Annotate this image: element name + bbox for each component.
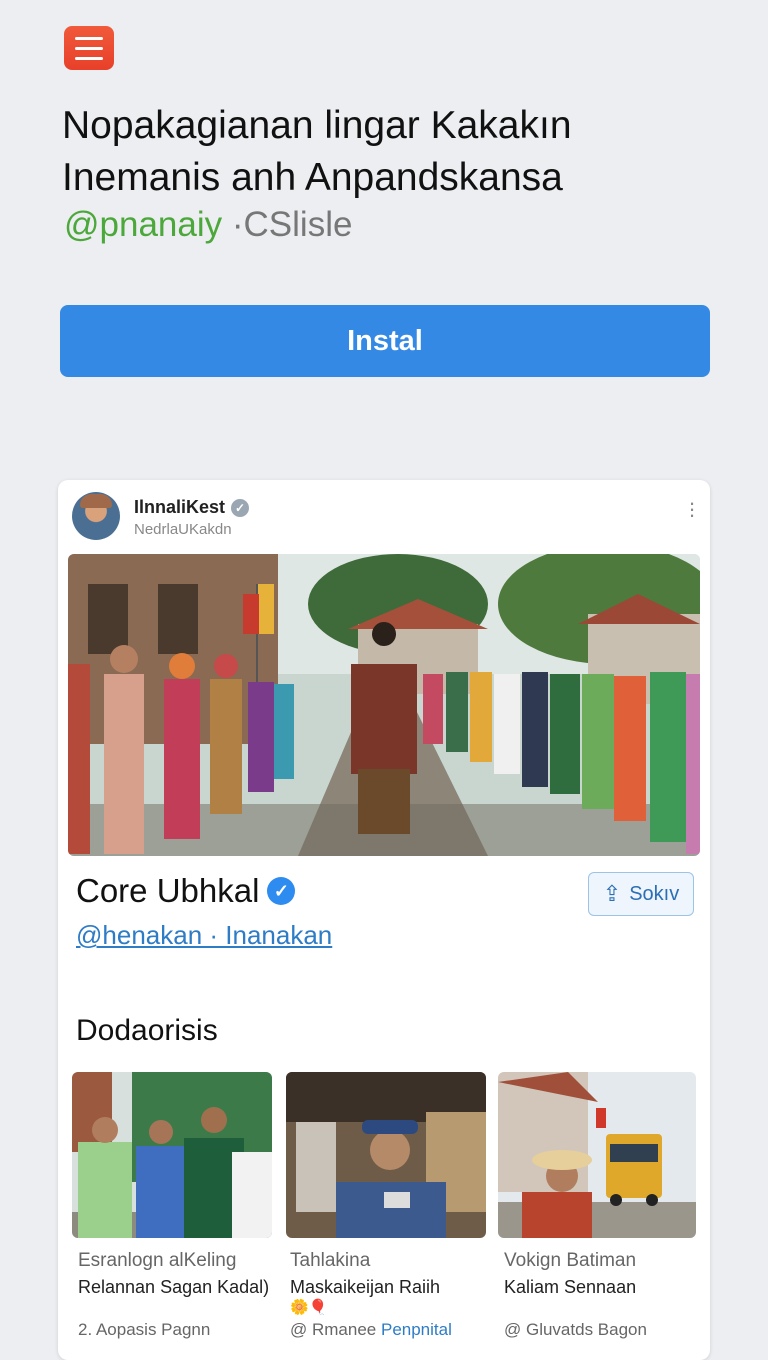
avatar[interactable] — [72, 492, 120, 540]
post-card: IlnnaliKest ✓ NedrlaUKakdn · · · Core Ub… — [58, 480, 710, 1360]
handle-link[interactable]: @henakan · Inanakan — [76, 920, 332, 951]
display-name[interactable]: Core Ubhkal — [76, 872, 259, 910]
thumbnail-2-title[interactable]: Tahlakina — [290, 1250, 370, 1272]
menu-icon[interactable] — [64, 26, 114, 70]
channel-handle: @pnanaiy ·CSlisle — [64, 205, 352, 245]
thumbnail-3-title[interactable]: Vokign Batiman — [504, 1250, 636, 1272]
share-icon: ⇪ — [602, 881, 622, 906]
thumbnail-3-meta: @ Gluvatds Bagon — [504, 1320, 647, 1339]
share-label: Sokıv — [629, 882, 680, 905]
thumbnail-2-subtitle: Maskaikeijan Raiih — [290, 1277, 441, 1297]
hero-image[interactable] — [68, 554, 700, 856]
title-line-2: Inemanis anh Anpandskansa — [62, 156, 563, 199]
verified-icon: ✓ — [231, 498, 250, 517]
more-options-icon[interactable]: · · · — [688, 492, 696, 526]
thumbnail-1-title[interactable]: Esranlogn alKeling — [78, 1250, 236, 1272]
thumbnail-1-meta: 2. Aopasis Pagnn — [78, 1320, 211, 1339]
share-button[interactable]: ⇪ Sokıv — [588, 872, 694, 916]
account-subtitle: NedrlaUKakdn — [134, 521, 232, 538]
thumbnail-1[interactable] — [72, 1072, 272, 1238]
thumbnail-2-meta: @ Rmanee Penpnital — [290, 1320, 452, 1340]
title-line-1: Nopakagianan lingar Kakakın — [62, 104, 572, 147]
thumbnail-1-subtitle: Relannan Sagan Kadal) — [78, 1277, 270, 1297]
verified-icon: ✓ — [267, 877, 296, 905]
section-title: Dodaorisis — [76, 1014, 218, 1047]
page-title: Nopakagianan lingar Kakakın Inemanis anh… — [62, 100, 722, 204]
thumbnail-2[interactable] — [286, 1072, 486, 1238]
handle-gray: ·CSlisle — [231, 205, 353, 244]
install-button[interactable]: Instal — [60, 305, 710, 377]
thumbnail-2-meta-prefix: @ Rmanee — [290, 1320, 377, 1339]
thumbnail-2-meta-link[interactable]: Penpnital — [381, 1320, 452, 1339]
thumbnail-2-emoji: 🌼🎈 — [290, 1299, 328, 1316]
thumbnail-3-subtitle: Kaliam Sennaan — [504, 1277, 637, 1297]
handle-green[interactable]: @pnanaiy — [64, 205, 222, 244]
display-name-row: Core Ubhkal ✓ — [76, 872, 296, 910]
thumbnail-3[interactable] — [498, 1072, 696, 1238]
account-name-row: IlnnaliKest ✓ — [134, 497, 250, 518]
account-name[interactable]: IlnnaliKest — [134, 497, 225, 518]
